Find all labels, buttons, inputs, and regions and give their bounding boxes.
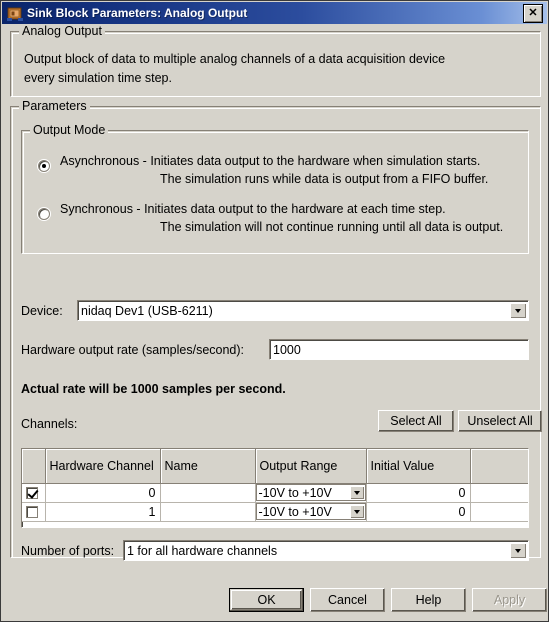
parameters-group: Parameters Output Mode Asynchronous - In… [10, 99, 542, 561]
checkbox-unchecked-icon[interactable] [26, 506, 38, 519]
column-header-hardware-channel[interactable]: Hardware Channel [45, 449, 161, 484]
chevron-down-icon[interactable] [349, 486, 364, 499]
cancel-label: Cancel [328, 593, 367, 607]
apply-label: Apply [493, 593, 526, 607]
close-icon[interactable]: ✕ [523, 3, 543, 23]
ok-label: OK [257, 593, 276, 607]
cancel-button[interactable]: Cancel [310, 588, 385, 612]
unselect-all-button[interactable]: Unselect All [458, 410, 542, 432]
radio-asynchronous-label-line2: The simulation runs while data is output… [160, 172, 489, 186]
table-row[interactable]: 0 -10V to +10V 0 [22, 483, 528, 503]
chevron-down-icon[interactable] [510, 543, 526, 558]
cell-name[interactable] [160, 483, 256, 503]
output-mode-group: Output Mode Asynchronous - Initiates dat… [21, 123, 529, 254]
device-label: Device: [21, 304, 63, 318]
row-select-cell[interactable] [22, 483, 46, 503]
radio-synchronous-label-line2: The simulation will not continue running… [160, 220, 504, 234]
output-range-value: -10V to +10V [258, 485, 332, 500]
row-select-cell[interactable] [22, 502, 46, 522]
table-header-row: Hardware Channel Name Output Range Initi… [22, 449, 528, 484]
rate-label: Hardware output rate (samples/second): [21, 343, 245, 357]
apply-button: Apply [472, 588, 547, 612]
table-row[interactable]: 1 -10V to +10V 0 [22, 502, 528, 522]
help-button[interactable]: Help [391, 588, 466, 612]
radio-asynchronous-label-line1: Asynchronous - Initiates data output to … [60, 154, 481, 168]
channels-label: Channels: [21, 417, 78, 431]
chevron-down-icon[interactable] [510, 303, 526, 318]
cell-name[interactable] [160, 502, 256, 522]
column-header-initial-value[interactable]: Initial Value [366, 449, 471, 484]
cell-hardware-channel[interactable]: 1 [45, 502, 161, 522]
output-range-select[interactable]: -10V to +10V [255, 484, 365, 501]
select-all-button[interactable]: Select All [378, 410, 454, 432]
ports-label: Number of ports: [21, 544, 115, 558]
output-range-value: -10V to +10V [258, 504, 332, 519]
radio-synchronous[interactable] [38, 208, 50, 220]
window-title: Sink Block Parameters: Analog Output [27, 6, 248, 20]
output-mode-group-title: Output Mode [30, 123, 109, 137]
ports-select[interactable]: 1 for all hardware channels [123, 540, 529, 561]
description-line-1: Output block of data to multiple analog … [24, 52, 446, 66]
cell-output-range[interactable]: -10V to +10V [255, 502, 367, 522]
checkbox-checked-icon[interactable] [26, 487, 38, 500]
device-select[interactable]: nidaq Dev1 (USB-6211) [77, 300, 529, 321]
cell-filler [470, 502, 528, 522]
description-line-2: every simulation time step. [24, 71, 172, 85]
device-value: nidaq Dev1 (USB-6211) [81, 303, 213, 318]
cell-initial-value[interactable]: 0 [366, 483, 471, 503]
rate-input[interactable]: 1000 [269, 339, 529, 360]
column-header-name[interactable]: Name [160, 449, 256, 484]
rate-value: 1000 [273, 342, 301, 357]
cell-initial-value[interactable]: 0 [366, 502, 471, 522]
parameters-group-title: Parameters [19, 99, 90, 113]
description-group-title: Analog Output [19, 24, 105, 38]
column-header-filler [470, 449, 528, 484]
actual-rate-text: Actual rate will be 1000 samples per sec… [21, 382, 286, 396]
unselect-all-label: Unselect All [467, 414, 533, 428]
column-header-output-range[interactable]: Output Range [255, 449, 367, 484]
description-group: Analog Output Output block of data to mu… [10, 24, 541, 97]
cell-output-range[interactable]: -10V to +10V [255, 483, 367, 503]
ok-button[interactable]: OK [229, 588, 304, 612]
output-range-select[interactable]: -10V to +10V [255, 503, 365, 520]
cell-filler [470, 483, 528, 503]
help-label: Help [415, 593, 442, 607]
ports-value: 1 for all hardware channels [127, 543, 278, 558]
chevron-down-icon[interactable] [349, 505, 364, 518]
radio-synchronous-label-line1: Synchronous - Initiates data output to t… [60, 202, 446, 216]
column-header-select[interactable] [22, 449, 46, 484]
radio-asynchronous[interactable] [38, 160, 50, 172]
simulink-block-icon [7, 5, 23, 21]
title-bar: Sink Block Parameters: Analog Output ✕ [2, 2, 547, 24]
channels-table[interactable]: Hardware Channel Name Output Range Initi… [21, 448, 529, 528]
cell-hardware-channel[interactable]: 0 [45, 483, 161, 503]
select-all-label: Select All [390, 414, 442, 428]
dialog-window: Sink Block Parameters: Analog Output ✕ A… [0, 0, 549, 622]
dialog-client-area: Analog Output Output block of data to mu… [2, 24, 547, 620]
